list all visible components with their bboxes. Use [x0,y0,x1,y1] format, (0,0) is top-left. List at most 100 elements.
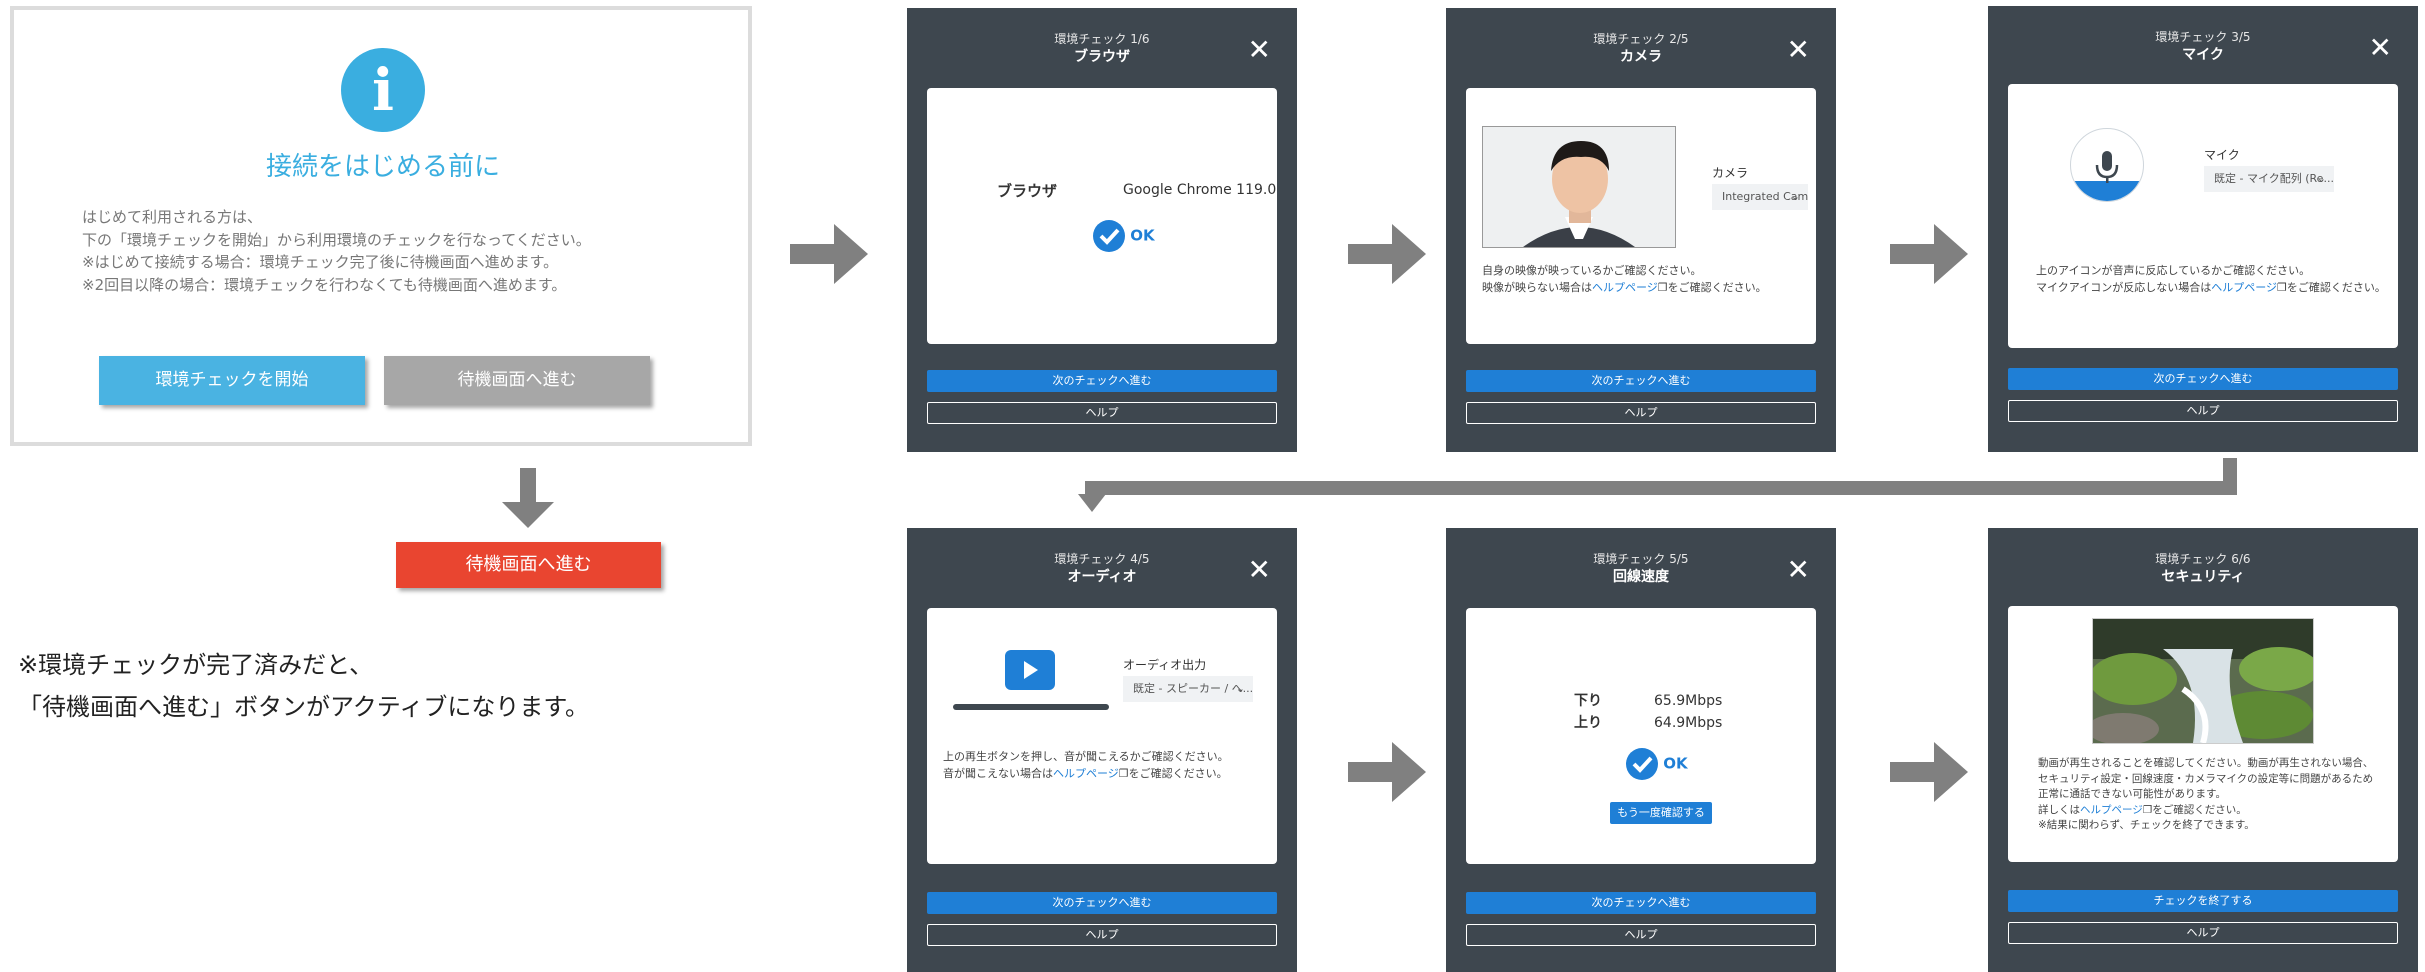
intro-description: はじめて利用される方は、 下の「環境チェックを開始」から利用環境のチェックを行な… [82,206,591,296]
mic-select[interactable]: 既定 - マイク配列 (Re... ⌄ [2204,166,2334,192]
panel-title: ブラウザ [1074,49,1130,65]
arrow-right-icon [790,222,870,286]
next-check-button[interactable]: 次のチェックへ進む [1466,892,1816,914]
ok-status: OK [1626,748,1688,780]
message-line: セキュリティ設定・回線速度・カメラマイクの設定等に問題があるため [2038,772,2374,785]
panel-card: ブラウザ Google Chrome 119.0 OK [927,88,1277,344]
panel-header: 環境チェック 6/6 セキュリティ [1988,550,2418,586]
arrow-down-icon [500,468,556,530]
intro-line: 下の「環境チェックを開始」から利用環境のチェックを行なってください。 [82,230,591,249]
message-line: 詳しくはヘルプページ❐をご確認ください。 [2038,803,2373,819]
panel-card: マイク 既定 - マイク配列 (Re... ⌄ 上のアイコンが音声に反応している… [2008,84,2398,348]
message-text: 映像が映らない場合は [1482,281,1592,294]
note-line: 「待機画面へ進む」ボタンがアクティブになります。 [18,693,589,721]
panel-card: 動画が再生されることを確認してください。動画が再生されない場合、 セキュリティ設… [2008,606,2398,862]
panel-title: マイク [2182,47,2224,63]
wait-screen-button-active[interactable]: 待機画面へ進む [396,542,661,588]
panel-header: 環境チェック 1/6 ブラウザ [907,30,1297,66]
chevron-down-icon: ⌄ [1235,682,1245,695]
speed-values: 65.9Mbps 64.9Mbps [1654,690,1722,734]
note-line: ※環境チェックが完了済みだと、 [18,651,374,679]
arrow-right-icon [1890,740,1970,804]
panel-title: セキュリティ [2161,569,2245,585]
ok-label: OK [1663,754,1688,773]
mic-message: 上のアイコンが音声に反応しているかご確認ください。 マイクアイコンが反応しない場… [2036,262,2386,296]
close-icon[interactable]: ✕ [1248,556,1271,584]
play-icon[interactable] [1005,650,1055,690]
download-label: 下り [1574,693,1602,709]
audio-check-panel: 環境チェック 4/5 オーディオ ✕ オーディオ出力 既定 - スピーカー / … [907,528,1297,972]
upload-label: 上り [1574,715,1602,731]
step-indicator: 環境チェック 4/5 [1054,552,1150,566]
help-button[interactable]: ヘルプ [2008,400,2398,422]
next-check-button[interactable]: 次のチェックへ進む [2008,368,2398,390]
person-image [1483,127,1675,247]
step-indicator: 環境チェック 2/5 [1593,32,1689,46]
message-line: 動画が再生されることを確認してください。動画が再生されない場合、 [2038,757,2374,769]
panel-title: 回線速度 [1613,569,1669,585]
browser-label: ブラウザ [997,182,1058,200]
help-page-link[interactable]: ヘルプページ [2080,804,2143,816]
help-button[interactable]: ヘルプ [2008,922,2398,944]
close-icon[interactable]: ✕ [1248,36,1271,64]
help-page-link[interactable]: ヘルプページ [1592,281,1658,294]
message-line: マイクアイコンが反応しない場合はヘルプページ❐をご確認ください。 [2036,279,2386,296]
security-message: 動画が再生されることを確認してください。動画が再生されない場合、 セキュリティ設… [2038,756,2373,834]
close-icon[interactable]: ✕ [1787,556,1810,584]
message-line: 正常に通話できない可能性があります。 [2038,788,2226,800]
video-preview [2092,618,2314,744]
finish-check-button[interactable]: チェックを終了する [2008,890,2398,912]
security-check-panel: 環境チェック 6/6 セキュリティ 動画が再生されることを確認してください。動画… [1988,528,2418,972]
network-check-panel: 環境チェック 5/5 回線速度 ✕ 下り 上り 65.9Mbps 64.9Mbp… [1446,528,1836,972]
retry-button[interactable]: もう一度確認する [1610,802,1712,824]
wait-screen-button-inactive[interactable]: 待機画面へ進む [384,356,650,405]
help-button[interactable]: ヘルプ [927,402,1277,424]
message-text: をご確認ください。 [2286,281,2386,294]
microphone-icon [2071,151,2143,201]
panel-header: 環境チェック 5/5 回線速度 [1446,550,1836,586]
river-image [2093,619,2313,743]
external-link-icon: ❐ [1118,767,1129,780]
upload-value: 64.9Mbps [1654,715,1723,731]
help-button[interactable]: ヘルプ [1466,402,1816,424]
browser-check-panel: 環境チェック 1/6 ブラウザ ✕ ブラウザ Google Chrome 119… [907,8,1297,452]
arrow-right-icon [1348,740,1428,804]
panel-card: 下り 上り 65.9Mbps 64.9Mbps OK もう一度確認する [1466,608,1816,864]
speed-labels: 下り 上り [1574,690,1602,734]
step-indicator: 環境チェック 3/5 [2155,30,2251,44]
message-text: をご確認ください。 [1128,767,1228,780]
message-text: マイクアイコンが反応しない場合は [2036,281,2212,294]
message-text: をご確認ください。 [2152,803,2247,816]
help-page-link[interactable]: ヘルプページ [2211,281,2277,294]
panel-title: カメラ [1620,49,1662,65]
camera-select[interactable]: Integrated Cam... ⌄ [1712,184,1808,210]
external-link-icon: ❐ [2142,803,2153,816]
close-icon[interactable]: ✕ [1787,36,1810,64]
mic-field-label: マイク [2204,148,2240,162]
step-indicator: 環境チェック 5/5 [1593,552,1689,566]
external-link-icon: ❐ [2277,281,2287,294]
panel-header: 環境チェック 2/5 カメラ [1446,30,1836,66]
next-check-button[interactable]: 次のチェックへ進む [927,892,1277,914]
camera-message: 自身の映像が映っているかご確認ください。 映像が映らない場合はヘルプページ❐をご… [1482,262,1767,296]
mic-check-panel: 環境チェック 3/5 マイク ✕ マイク 既定 - マイク配列 (Re... ⌄… [1988,6,2418,452]
panel-title: オーディオ [1067,569,1137,585]
close-icon[interactable]: ✕ [2369,34,2392,62]
help-page-link[interactable]: ヘルプページ [1053,767,1119,780]
next-check-button[interactable]: 次のチェックへ進む [1466,370,1816,392]
chevron-down-icon: ⌄ [1790,190,1800,203]
audio-select[interactable]: 既定 - スピーカー / へ... ⌄ [1123,676,1253,702]
browser-value: Google Chrome 119.0 [1123,182,1277,198]
info-icon: i [341,48,425,132]
panel-header: 環境チェック 3/5 マイク [1988,28,2418,64]
start-check-button[interactable]: 環境チェックを開始 [99,356,365,405]
mic-level-indicator [2070,128,2144,202]
ok-label: OK [1130,226,1155,245]
help-button[interactable]: ヘルプ [1466,924,1816,946]
arrow-right-icon [1348,222,1428,286]
help-button[interactable]: ヘルプ [927,924,1277,946]
connector-arrow-icon [1070,458,2240,514]
message-line: ※結果に関わらず、チェックを終了できます。 [2038,819,2255,831]
intro-line: ※はじめて接続する場合：環境チェック完了後に待機画面へ進めます。 [82,253,559,271]
next-check-button[interactable]: 次のチェックへ進む [927,370,1277,392]
